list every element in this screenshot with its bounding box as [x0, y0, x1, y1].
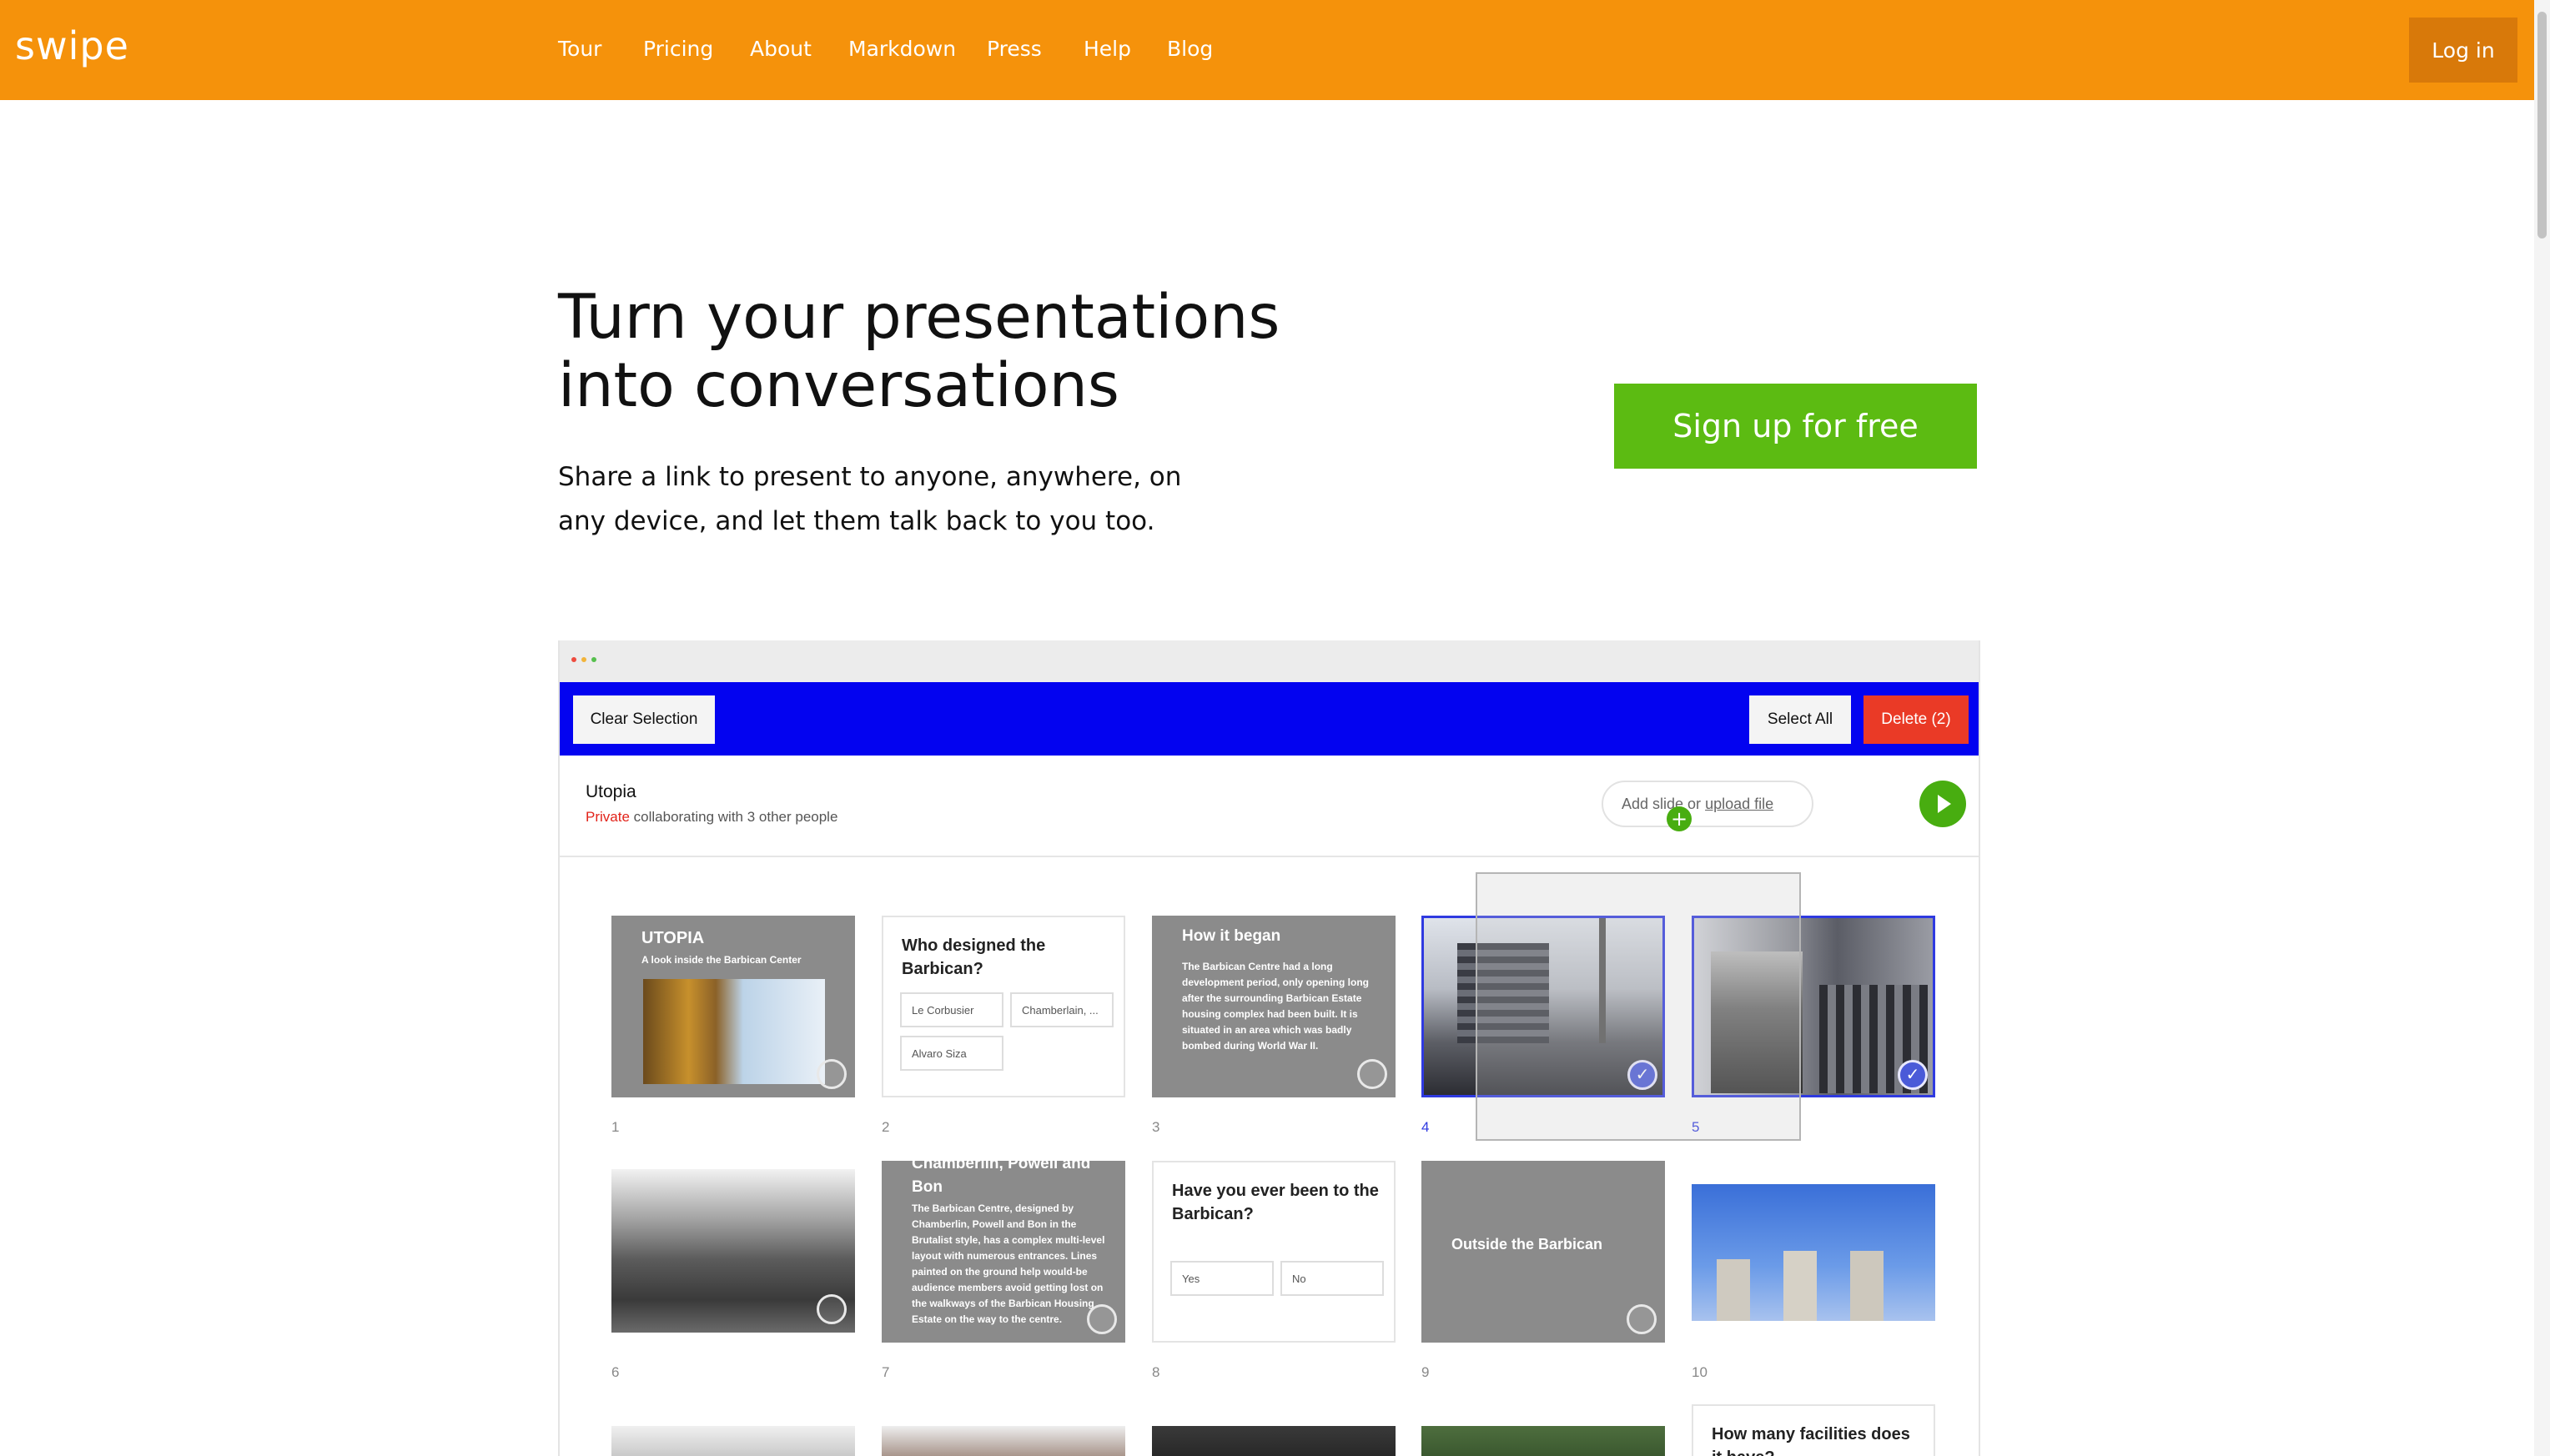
slide-thumbnail-13[interactable]: [1152, 1426, 1396, 1456]
app-preview: Clear Selection Select All Delete (2) Ut…: [558, 640, 1980, 1456]
document-meta: Private collaborating with 3 other peopl…: [586, 809, 837, 826]
slide-number-4: 4: [1421, 1119, 1430, 1135]
slide-3-body: The Barbican Centre had a long developme…: [1182, 961, 1370, 1052]
document-title[interactable]: Utopia: [586, 782, 636, 802]
hero-title-line2: into conversations: [558, 350, 1119, 421]
scrollbar-thumb[interactable]: [2537, 12, 2547, 238]
select-checkbox-icon[interactable]: [1627, 1304, 1657, 1334]
close-dot-icon: [571, 657, 576, 662]
nav-press[interactable]: Press: [987, 37, 1042, 61]
slide-thumbnail-14[interactable]: [1421, 1426, 1665, 1456]
hero-subtitle: Share a link to present to anyone, anywh…: [558, 455, 1192, 544]
swipe-logo[interactable]: swipe: [15, 23, 129, 68]
nav-tour[interactable]: Tour: [558, 37, 601, 61]
nav-blog[interactable]: Blog: [1167, 37, 1213, 61]
collaborators-text: collaborating with 3 other people: [629, 809, 838, 825]
slide-number-9: 9: [1421, 1364, 1430, 1380]
slide-3-heading: How it began: [1182, 927, 1281, 945]
slide-number-10: 10: [1692, 1364, 1708, 1380]
select-checkbox-icon[interactable]: [1357, 1059, 1387, 1089]
document-header: Utopia Private collaborating with 3 othe…: [560, 756, 1979, 857]
slide-thumbnail-9[interactable]: Outside the Barbican: [1421, 1161, 1665, 1343]
play-button[interactable]: [1919, 781, 1966, 827]
slide-8-question: Have you ever been to the Barbican?: [1172, 1182, 1379, 1223]
top-nav: swipe Tour Pricing About Markdown Press …: [0, 0, 2534, 100]
window-titlebar: [560, 640, 1979, 682]
slide-thumbnail-6[interactable]: [611, 1169, 855, 1333]
nav-markdown[interactable]: Markdown: [848, 37, 956, 61]
slide-2-option-2: Chamberlain, ...: [1010, 992, 1114, 1027]
slide-number-3: 3: [1152, 1119, 1160, 1135]
hero-title: Turn your presentations into conversatio…: [558, 284, 1392, 420]
selection-marquee: [1476, 872, 1801, 1141]
slide-7-body: The Barbican Centre, designed by Chamber…: [912, 1202, 1105, 1325]
slide-8-option-no: No: [1280, 1261, 1384, 1296]
hero-sub-line2: any device, and let them talk back to yo…: [558, 506, 1155, 536]
slide-2-option-3: Alvaro Siza: [900, 1036, 1003, 1071]
plus-icon[interactable]: +: [1667, 806, 1692, 831]
selection-toolbar: Clear Selection Select All Delete (2): [560, 682, 1979, 756]
nav-pricing[interactable]: Pricing: [643, 37, 713, 61]
add-slide-text: Add slide or: [1622, 796, 1706, 812]
upload-file-link[interactable]: upload file: [1705, 796, 1773, 812]
building-photo: [643, 979, 825, 1084]
delete-button[interactable]: Delete (2): [1863, 695, 1969, 744]
slide-7-heading: Chamberlin, Powell and Bon: [912, 1161, 1091, 1196]
select-checkbox-icon[interactable]: [817, 1294, 847, 1324]
privacy-label[interactable]: Private: [586, 809, 630, 825]
slide-thumbnail-2[interactable]: Who designed the Barbican? Le Corbusier …: [882, 916, 1125, 1097]
slide-1-subtitle: A look inside the Barbican Center: [641, 954, 802, 966]
slide-thumbnail-3[interactable]: How it began The Barbican Centre had a l…: [1152, 916, 1396, 1097]
nav-help[interactable]: Help: [1084, 37, 1131, 61]
slide-2-question: Who designed the Barbican?: [902, 936, 1046, 978]
maximize-dot-icon: [591, 657, 596, 662]
add-slide-input[interactable]: Add slide or upload file: [1602, 781, 1813, 827]
slide-8-option-yes: Yes: [1170, 1261, 1274, 1296]
slide-number-1: 1: [611, 1119, 620, 1135]
hero-title-line1: Turn your presentations: [558, 282, 1280, 353]
tower-photo: [1717, 1259, 1750, 1321]
tower-photo: [1783, 1251, 1817, 1321]
slide-thumbnail-8[interactable]: Have you ever been to the Barbican? Yes …: [1152, 1161, 1396, 1343]
select-checkbox-icon[interactable]: [817, 1059, 847, 1089]
slide-15-question: How many facilities does it have?: [1712, 1425, 1910, 1456]
slide-thumbnail-7[interactable]: Chamberlin, Powell and Bon The Barbican …: [882, 1161, 1125, 1343]
slide-2-option-1: Le Corbusier: [900, 992, 1003, 1027]
slide-number-2: 2: [882, 1119, 890, 1135]
slide-thumbnail-12[interactable]: [882, 1426, 1125, 1456]
clear-selection-button[interactable]: Clear Selection: [573, 695, 715, 744]
slide-1-title: UTOPIA: [641, 929, 705, 947]
slide-thumbnail-10[interactable]: [1692, 1184, 1935, 1321]
tower-photo: [1850, 1251, 1884, 1321]
slide-thumbnail-15[interactable]: How many facilities does it have?: [1692, 1404, 1935, 1456]
play-icon: [1938, 795, 1951, 813]
add-slide-placeholder: Add slide or upload file: [1622, 796, 1773, 813]
minimize-dot-icon: [581, 657, 586, 662]
select-checkbox-icon[interactable]: [1087, 1304, 1117, 1334]
nav-about[interactable]: About: [750, 37, 812, 61]
signup-button[interactable]: Sign up for free: [1614, 384, 1977, 469]
login-button[interactable]: Log in: [2409, 18, 2517, 83]
slide-thumbnail-11[interactable]: [611, 1426, 855, 1456]
slide-number-8: 8: [1152, 1364, 1160, 1380]
slide-number-6: 6: [611, 1364, 620, 1380]
select-all-button[interactable]: Select All: [1749, 695, 1851, 744]
slide-thumbnail-1[interactable]: UTOPIA A look inside the Barbican Center: [611, 916, 855, 1097]
checked-checkbox-icon[interactable]: ✓: [1898, 1060, 1928, 1090]
hero-sub-line1: Share a link to present to anyone, anywh…: [558, 462, 1182, 492]
slide-number-7: 7: [882, 1364, 890, 1380]
slide-9-title: Outside the Barbican: [1451, 1236, 1603, 1253]
